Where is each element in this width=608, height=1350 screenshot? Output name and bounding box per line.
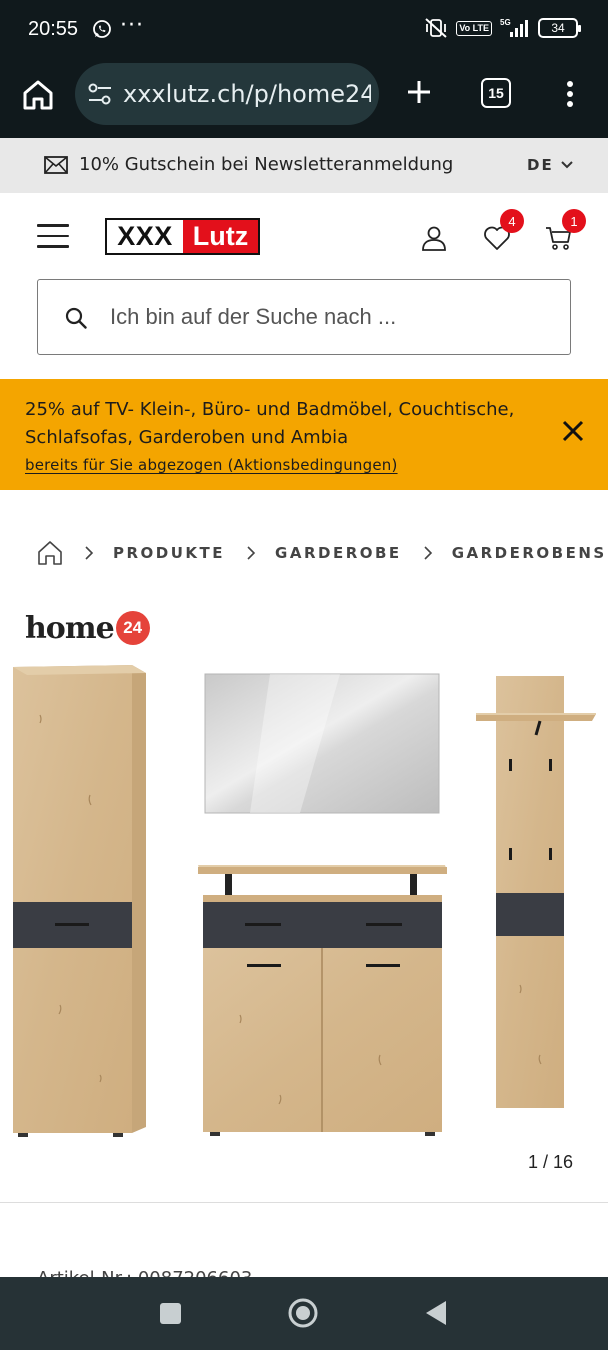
home-nav-icon[interactable]: [287, 1297, 319, 1329]
promo-text-line2: Schlafsofas, Garderoben und Ambia: [25, 427, 349, 448]
signal-icon: 5G: [500, 18, 528, 37]
chevron-right-icon: [424, 546, 432, 560]
hamburger-icon[interactable]: [37, 224, 69, 248]
status-bar: 20:55 ··· Vo LTE 5G 34: [0, 0, 608, 60]
close-icon[interactable]: [561, 419, 585, 443]
chevron-right-icon: [247, 546, 256, 560]
whatsapp-icon: [93, 20, 111, 38]
chevron-right-icon: [85, 546, 94, 560]
coat-panel: [476, 676, 596, 1108]
wishlist-count-badge: 4: [500, 209, 524, 233]
logo-xxx-text: XXX: [107, 220, 183, 253]
brand-name: home: [25, 610, 115, 646]
logo-lutz-text: Lutz: [183, 220, 258, 253]
language-selector[interactable]: DE: [527, 156, 574, 174]
brand-logo[interactable]: home 24: [25, 608, 150, 648]
site-header: XXX Lutz 4 1: [0, 193, 608, 279]
status-time: 20:55: [28, 18, 79, 40]
tall-cabinet: [13, 665, 146, 1137]
tab-count: 15: [488, 85, 504, 101]
newsletter-text[interactable]: 10% Gutschein bei Newsletteranmeldung: [79, 154, 453, 175]
status-indicators: Vo LTE 5G 34: [424, 17, 581, 39]
promo-text-line1: 25% auf TV- Klein-, Büro- und Badmöbel, …: [25, 399, 515, 420]
user-icon[interactable]: [421, 225, 447, 251]
search-input[interactable]: [110, 298, 550, 336]
newsletter-banner[interactable]: 10% Gutschein bei Newsletteranmeldung DE: [0, 138, 608, 193]
shoe-cabinet: [198, 865, 447, 1136]
url-text[interactable]: xxxlutz.ch/p/home24-: [123, 80, 371, 108]
section-divider: [0, 1202, 608, 1203]
search-box[interactable]: [37, 279, 571, 355]
promo-conditions-link[interactable]: bereits für Sie abgezogen (Aktionsbeding…: [25, 456, 398, 474]
breadcrumb-home-icon[interactable]: [37, 540, 63, 566]
plus-icon[interactable]: [403, 76, 435, 108]
wall-mirror: [204, 673, 440, 814]
back-icon[interactable]: [424, 1299, 448, 1327]
mute-vibrate-icon: [425, 18, 447, 38]
mail-icon: [44, 156, 68, 174]
breadcrumb-garderobe[interactable]: GARDEROBE: [275, 544, 402, 562]
tab-switcher-button[interactable]: 15: [481, 78, 511, 108]
image-counter: 1 / 16: [528, 1152, 574, 1172]
cart-count-badge: 1: [562, 209, 586, 233]
recents-icon[interactable]: [160, 1303, 181, 1324]
system-nav-bar: [0, 1277, 608, 1350]
product-image[interactable]: [0, 655, 608, 1150]
volte-indicator: Vo LTE: [456, 20, 492, 36]
brand-number: 24: [115, 611, 150, 645]
more-notifications-icon: ···: [120, 13, 144, 38]
breadcrumb-produkte[interactable]: PRODUKTE: [113, 544, 225, 562]
language-label: DE: [527, 156, 554, 174]
browser-toolbar: xxxlutz.ch/p/home24- 15: [0, 60, 608, 138]
svg-text:5G: 5G: [500, 18, 511, 27]
battery-level: 34: [551, 21, 565, 35]
breadcrumb: PRODUKTE GARDEROBE GARDEROBENSETS: [37, 538, 608, 568]
address-bar[interactable]: xxxlutz.ch/p/home24-: [75, 63, 379, 125]
chevron-down-icon: [560, 161, 573, 169]
tune-icon[interactable]: [87, 82, 113, 106]
promo-banner: 25% auf TV- Klein-, Büro- und Badmöbel, …: [0, 379, 608, 490]
home-icon[interactable]: [20, 77, 56, 113]
search-icon[interactable]: [65, 307, 87, 329]
battery-indicator: 34: [538, 18, 581, 38]
menu-dots-icon[interactable]: [560, 78, 580, 110]
xxxlutz-logo[interactable]: XXX Lutz: [105, 218, 260, 255]
breadcrumb-garderobensets[interactable]: GARDEROBENSETS: [452, 544, 608, 562]
